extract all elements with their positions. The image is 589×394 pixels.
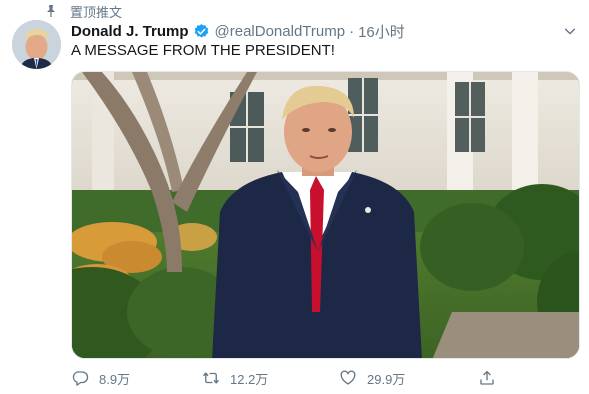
retweet-icon — [202, 372, 220, 384]
tweet-header: Donald J. Trump @realDonaldTrump · 16小时 — [71, 21, 405, 41]
tweet-card[interactable]: 置顶推文 Donald J. Trump @realDonaldTrump · … — [0, 0, 589, 394]
like-button[interactable]: 29.9万 — [339, 366, 405, 390]
verified-badge-icon — [193, 23, 210, 40]
tweet-text: A MESSAGE FROM THE PRESIDENT! — [71, 42, 335, 59]
tweet-timestamp[interactable]: 16小时 — [358, 21, 405, 42]
author-handle[interactable]: @realDonaldTrump — [215, 23, 346, 40]
tweet-video[interactable] — [71, 71, 580, 359]
chevron-down-icon[interactable] — [562, 23, 578, 39]
author-name[interactable]: Donald J. Trump — [71, 23, 189, 40]
avatar[interactable] — [12, 20, 61, 69]
like-count: 29.9万 — [367, 371, 406, 387]
pinned-tweet-indicator: 置顶推文 — [44, 3, 123, 20]
reply-button[interactable]: 8.9万 — [71, 366, 130, 390]
pinned-label: 置顶推文 — [70, 4, 123, 20]
retweet-count: 12.2万 — [230, 371, 269, 387]
heart-icon — [340, 370, 356, 385]
separator-dot: · — [349, 22, 355, 40]
reply-icon — [72, 371, 89, 386]
retweet-button[interactable]: 12.2万 — [202, 366, 268, 390]
tweet-actions: 8.9万 12.2万 29.9万 — [71, 366, 511, 390]
reply-count: 8.9万 — [99, 371, 131, 387]
share-button[interactable] — [478, 366, 506, 390]
pin-icon — [44, 4, 58, 18]
share-icon — [480, 370, 494, 385]
